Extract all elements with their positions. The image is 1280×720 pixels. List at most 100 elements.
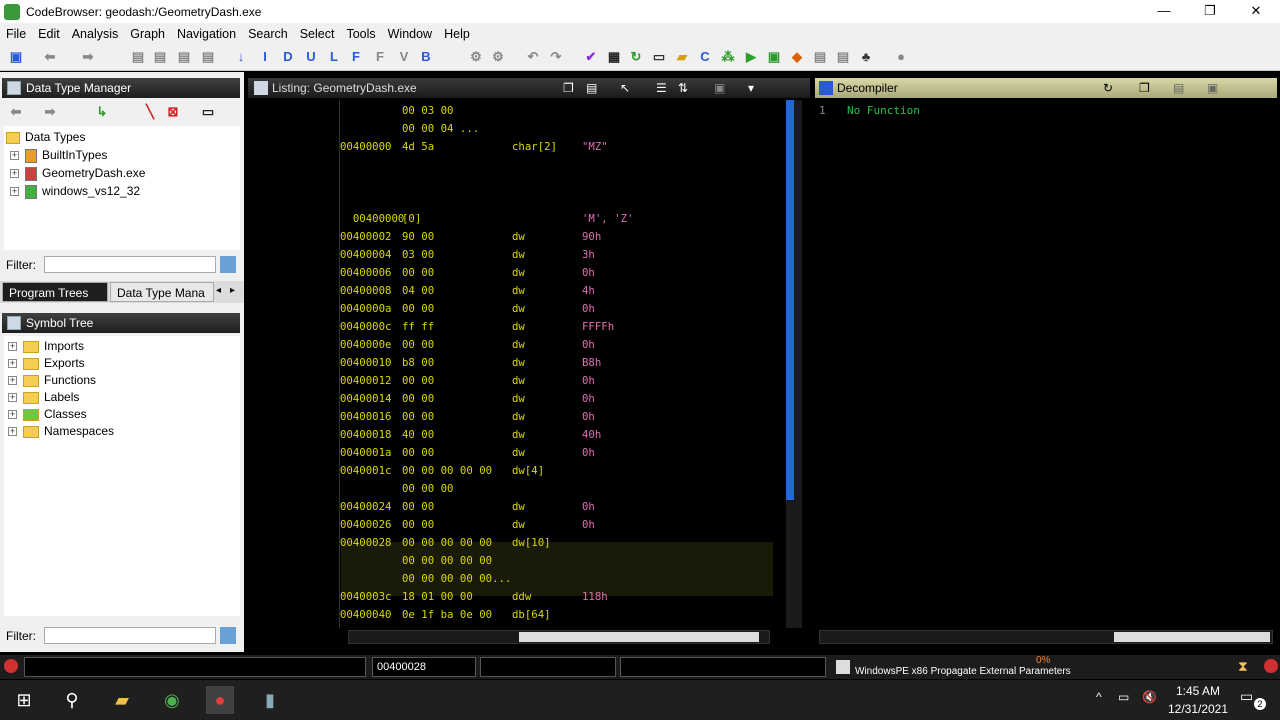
memory-icon[interactable]: ⚙ [468,49,484,65]
next-undefined-icon[interactable]: U [303,49,319,65]
next-label-icon[interactable]: L [326,49,342,65]
decompiler-hscroll[interactable] [819,630,1273,644]
nav-icon-2[interactable]: ▤ [152,49,168,65]
expand-icon[interactable]: + [8,342,17,352]
search-icon[interactable]: ⚲ [58,686,86,714]
next-down-icon[interactable]: ↓ [233,49,249,65]
overview-bar[interactable] [786,100,802,628]
memory-icon-2[interactable]: ⚙ [490,49,506,65]
copy-icon[interactable]: ❐ [563,78,574,98]
menu-window[interactable]: Window [382,27,438,41]
tray-chevron-icon[interactable]: ^ [1096,690,1102,704]
dt-back-icon[interactable]: ⬅ [8,104,24,120]
next-instruction-icon[interactable]: I [257,49,273,65]
expand-icon[interactable]: + [8,393,17,403]
cursor-icon[interactable]: ↖ [620,78,630,98]
symbol-namespaces[interactable]: + Namespaces [8,422,114,440]
tab-program-trees[interactable]: Program Trees [2,282,108,302]
run-icon[interactable]: ▶ [743,49,759,65]
back-icon[interactable]: ⬅ [42,49,58,65]
app-taskbar-icon[interactable]: ▮ [256,686,284,714]
tree-icon[interactable]: ♣ [858,49,874,65]
expand-icon[interactable]: + [10,151,19,161]
decompiler-hscroll-thumb[interactable] [1114,632,1270,642]
table-icon-2[interactable]: ▤ [835,49,851,65]
tab-scroll-right-icon[interactable]: ▸ [230,285,235,296]
paste-icon[interactable]: ▤ [586,78,597,98]
next-data-icon[interactable]: D [280,49,296,65]
edit-fields-icon[interactable]: ☰ [656,78,667,98]
menu-edit[interactable]: Edit [32,27,66,41]
debug-icon[interactable]: ◆ [789,49,805,65]
check-icon[interactable]: ✔ [583,49,599,65]
diff-icon[interactable]: ⇅ [678,78,688,98]
decompiler-snapshot-icon[interactable]: ▣ [1207,78,1218,98]
undo-icon[interactable]: ↶ [525,49,541,65]
symbol-imports[interactable]: + Imports [8,337,84,355]
forward-icon[interactable]: ➡ [80,49,96,65]
dropdown-icon[interactable]: ▾ [748,78,754,98]
window-icon[interactable]: ▭ [651,49,667,65]
expand-icon[interactable]: + [8,359,17,369]
expand-icon[interactable]: + [8,410,17,420]
tree-row-windows[interactable]: + windows_vs12_32 [10,182,140,200]
expand-icon[interactable]: + [10,169,19,179]
decompiler-export-icon[interactable]: ▤ [1173,78,1184,98]
next-function-icon[interactable]: F [348,49,364,65]
next-bookmark-icon[interactable]: B [418,49,434,65]
tree-row-data-types[interactable]: Data Types [6,128,85,146]
table-icon[interactable]: ▤ [812,49,828,65]
data-type-filter-input[interactable] [44,256,216,273]
tree-row-program[interactable]: + GeometryDash.exe [10,164,145,182]
filter-options-icon[interactable] [220,256,236,273]
file-explorer-icon[interactable]: ▰ [108,686,136,714]
c-icon[interactable]: C [697,49,713,65]
snapshot-icon[interactable]: ▣ [714,78,725,98]
menu-search[interactable]: Search [242,27,294,41]
expand-icon[interactable]: + [8,376,17,386]
ghidra-taskbar-icon[interactable]: ● [206,686,234,714]
clock-time[interactable]: 1:45 AM [1170,684,1226,698]
folder-icon[interactable]: ▰ [674,49,690,65]
listing-icon[interactable]: ▦ [606,49,622,65]
redo-icon[interactable]: ↷ [548,49,564,65]
network-icon[interactable]: ▭ [1118,690,1129,704]
windows-start-icon[interactable]: ⊞ [10,686,38,714]
nav-icon-3[interactable]: ▤ [176,49,192,65]
menu-tools[interactable]: Tools [340,27,381,41]
close-button[interactable]: ✕ [1233,0,1279,23]
decompiler-copy-icon[interactable]: ❐ [1139,78,1150,98]
help-icon[interactable]: ● [893,49,909,65]
menu-graph[interactable]: Graph [124,27,171,41]
save-icon[interactable]: ▣ [8,49,24,65]
tab-scroll-left-icon[interactable]: ◂ [216,285,221,296]
notification-icon[interactable]: ▭ [1240,688,1253,705]
refresh-icon[interactable]: ↻ [628,49,644,65]
listing-hscroll[interactable] [348,630,770,644]
volume-icon[interactable]: 🔇 [1142,690,1157,704]
menu-help[interactable]: Help [438,27,476,41]
graph-icon[interactable]: ⁂ [720,49,736,65]
dt-collapse-icon[interactable]: ▭ [200,104,216,120]
script-icon[interactable]: ▣ [766,49,782,65]
nav-icon-1[interactable]: ▤ [130,49,146,65]
menu-analysis[interactable]: Analysis [66,27,125,41]
restore-button[interactable]: ❐ [1187,0,1233,23]
dt-filter-icon[interactable]: ╲ [142,104,158,120]
filter-options-icon[interactable] [220,627,236,644]
symbol-classes[interactable]: + Classes [8,405,87,423]
symbol-filter-input[interactable] [44,627,216,644]
expand-icon[interactable]: + [8,427,17,437]
next-diff-icon[interactable]: V [396,49,412,65]
menu-select[interactable]: Select [294,27,341,41]
expand-icon[interactable]: + [10,187,19,197]
menu-file[interactable]: File [0,27,32,41]
chrome-icon[interactable]: ◉ [158,686,186,714]
listing-hscroll-thumb[interactable] [519,632,759,642]
tree-row-builtin[interactable]: + BuiltInTypes [10,146,107,164]
dt-archive-icon[interactable]: ⊠ [165,104,181,120]
tab-data-type-manager[interactable]: Data Type Mana [110,282,214,302]
cancel-task-icon[interactable] [1264,659,1278,673]
dt-forward-icon[interactable]: ➡ [42,104,58,120]
symbol-labels[interactable]: + Labels [8,388,79,406]
